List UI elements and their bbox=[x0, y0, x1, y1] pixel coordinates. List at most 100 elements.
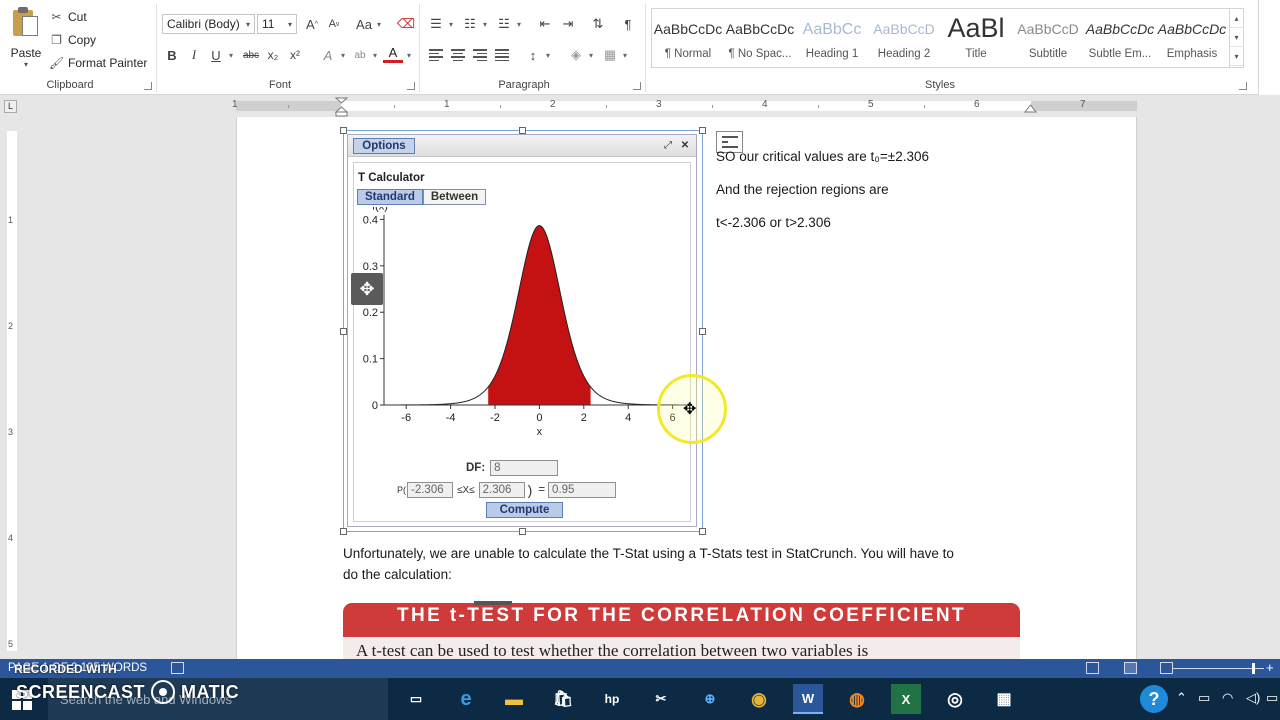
sort-button[interactable]: ⇅ bbox=[588, 14, 608, 34]
print-layout-icon[interactable] bbox=[1124, 662, 1137, 674]
change-case-button[interactable]: Aa bbox=[354, 14, 374, 34]
upper-bound-field[interactable]: 2.306 bbox=[478, 482, 525, 498]
task-view-icon[interactable]: ▭ bbox=[401, 684, 431, 714]
cortana-icon[interactable]: ◎ bbox=[940, 684, 970, 714]
zoom-slider-thumb[interactable] bbox=[1252, 663, 1255, 674]
excel-icon[interactable]: X bbox=[891, 684, 921, 714]
chevron-down-icon[interactable]: ▾ bbox=[514, 14, 524, 34]
paste-button[interactable]: Paste ▾ bbox=[6, 4, 46, 74]
notification-icon[interactable]: ▭ bbox=[1266, 690, 1278, 706]
tab-standard[interactable]: Standard bbox=[357, 189, 423, 205]
italic-button[interactable]: I bbox=[184, 45, 204, 65]
highlight-button[interactable]: ab bbox=[350, 45, 370, 65]
chevron-down-icon[interactable]: ▾ bbox=[1230, 28, 1243, 47]
proofing-icon[interactable] bbox=[171, 662, 184, 674]
network-app-icon[interactable]: ⊕ bbox=[695, 684, 725, 714]
style-heading-1[interactable]: AaBbCc Heading 1 bbox=[796, 9, 868, 67]
resize-handle[interactable] bbox=[340, 528, 347, 535]
chevron-down-icon[interactable]: ▾ bbox=[338, 45, 348, 65]
subscript-button[interactable]: x₂ bbox=[263, 45, 283, 65]
chevron-down-icon[interactable]: ▾ bbox=[370, 45, 380, 65]
font-color-button[interactable]: A bbox=[383, 45, 403, 63]
align-left-button[interactable] bbox=[426, 45, 446, 65]
doc-line-rejection-regions[interactable]: And the rejection regions are bbox=[716, 182, 889, 197]
doc-line-critical-values[interactable]: SO our critical values are t₀=±2.306 bbox=[716, 149, 929, 164]
store-icon[interactable]: 🛍 bbox=[548, 684, 578, 714]
tab-selector[interactable]: L bbox=[4, 100, 17, 113]
firefox-icon[interactable]: ◍ bbox=[842, 684, 872, 714]
borders-button[interactable]: ▦ bbox=[600, 45, 620, 65]
close-icon[interactable]: ✕ bbox=[679, 140, 691, 152]
battery-icon[interactable]: ▭ bbox=[1198, 690, 1210, 706]
chevron-down-icon[interactable]: ▾ bbox=[586, 45, 596, 65]
resize-handle[interactable] bbox=[699, 328, 706, 335]
resize-handle[interactable] bbox=[699, 528, 706, 535]
style-normal[interactable]: AaBbCcDc ¶ Normal bbox=[652, 9, 724, 67]
df-field[interactable]: 8 bbox=[490, 460, 559, 476]
clear-formatting-button[interactable]: ⌫ bbox=[396, 14, 416, 34]
paragraph-launcher-icon[interactable] bbox=[633, 82, 641, 90]
t-test-image[interactable]: THE t-TEST FOR THE CORRELATION COEFFICIE… bbox=[343, 601, 1020, 660]
resize-handle[interactable] bbox=[340, 127, 347, 134]
increase-indent-button[interactable]: ⇥ bbox=[558, 14, 578, 34]
text-effects-button[interactable]: A bbox=[318, 45, 338, 65]
expand-icon[interactable]: ⤢ bbox=[662, 140, 674, 152]
superscript-button[interactable]: x² bbox=[285, 45, 305, 65]
resize-handle[interactable] bbox=[519, 528, 526, 535]
style-title[interactable]: AaBl Title bbox=[940, 9, 1012, 67]
snipping-tool-icon[interactable]: ✂ bbox=[646, 684, 676, 714]
indent-marker-icon[interactable] bbox=[335, 97, 348, 117]
numbering-button[interactable]: ☷ bbox=[460, 14, 480, 34]
hp-icon[interactable]: hp bbox=[597, 684, 627, 714]
decrease-indent-button[interactable]: ⇤ bbox=[535, 14, 555, 34]
file-explorer-icon[interactable]: ▬ bbox=[499, 684, 529, 714]
style-no-spacing[interactable]: AaBbCcDc ¶ No Spac... bbox=[724, 9, 796, 67]
style-emphasis[interactable]: AaBbCcDc Emphasis bbox=[1156, 9, 1228, 67]
style-subtitle[interactable]: AaBbCcD Subtitle bbox=[1012, 9, 1084, 67]
edge-icon[interactable]: e bbox=[451, 684, 481, 714]
resize-handle[interactable] bbox=[519, 127, 526, 134]
resize-handle[interactable] bbox=[340, 328, 347, 335]
read-mode-icon[interactable] bbox=[1086, 662, 1099, 674]
styles-scroll[interactable]: ▴ ▾ ▾ bbox=[1229, 9, 1243, 67]
lower-bound-field[interactable]: -2.306 bbox=[407, 482, 453, 498]
horizontal-ruler[interactable]: L 1 1 2 3 4 5 6 7 bbox=[0, 96, 1280, 117]
chevron-down-icon[interactable]: ▾ bbox=[446, 14, 456, 34]
clipboard-launcher-icon[interactable] bbox=[144, 82, 152, 90]
options-button[interactable]: Options bbox=[353, 138, 415, 154]
style-heading-2[interactable]: AaBbCcD Heading 2 bbox=[868, 9, 940, 67]
font-name-dropdown[interactable]: Calibri (Body) ▾ bbox=[162, 14, 255, 34]
format-painter-button[interactable]: 🖌 Format Painter bbox=[49, 53, 147, 73]
word-icon[interactable]: W bbox=[793, 684, 823, 714]
shrink-font-button[interactable]: Av bbox=[324, 14, 344, 34]
chevron-down-icon[interactable]: ▾ bbox=[374, 14, 384, 34]
show-marks-button[interactable]: ¶ bbox=[618, 14, 638, 34]
bold-button[interactable]: B bbox=[162, 45, 182, 65]
style-subtle-emphasis[interactable]: AaBbCcDc Subtle Em... bbox=[1084, 9, 1156, 67]
align-right-button[interactable] bbox=[470, 45, 490, 65]
tab-between[interactable]: Between bbox=[422, 189, 487, 205]
probability-field[interactable]: 0.95 bbox=[548, 482, 617, 498]
font-launcher-icon[interactable] bbox=[407, 82, 415, 90]
line-spacing-button[interactable]: ↕ bbox=[523, 45, 543, 65]
chevron-up-icon[interactable]: ▴ bbox=[1230, 9, 1243, 28]
move-icon[interactable]: ✥ bbox=[351, 273, 383, 305]
chevron-down-icon[interactable]: ▾ bbox=[404, 45, 414, 65]
multilevel-list-button[interactable]: ☳ bbox=[494, 14, 514, 34]
justify-button[interactable] bbox=[492, 45, 512, 65]
zoom-slider[interactable] bbox=[1172, 668, 1264, 669]
chrome-icon[interactable]: ◉ bbox=[744, 684, 774, 714]
strikethrough-button[interactable]: abc bbox=[241, 45, 261, 65]
zoom-in-button[interactable]: + bbox=[1266, 660, 1274, 675]
grow-font-button[interactable]: A ^ bbox=[302, 14, 322, 34]
more-styles-icon[interactable]: ▾ bbox=[1230, 47, 1243, 66]
wifi-icon[interactable]: ◠ bbox=[1222, 690, 1233, 706]
doc-paragraph-line1[interactable]: Unfortunately, we are unable to calculat… bbox=[343, 546, 954, 561]
right-indent-marker-icon[interactable] bbox=[1024, 104, 1037, 114]
font-size-dropdown[interactable]: 11 ▾ bbox=[257, 14, 297, 34]
bullets-button[interactable]: ☰ bbox=[426, 14, 446, 34]
styles-launcher-icon[interactable] bbox=[1239, 82, 1247, 90]
chevron-down-icon[interactable]: ▾ bbox=[620, 45, 630, 65]
calculator-icon[interactable]: ▦ bbox=[989, 684, 1019, 714]
align-center-button[interactable] bbox=[448, 45, 468, 65]
